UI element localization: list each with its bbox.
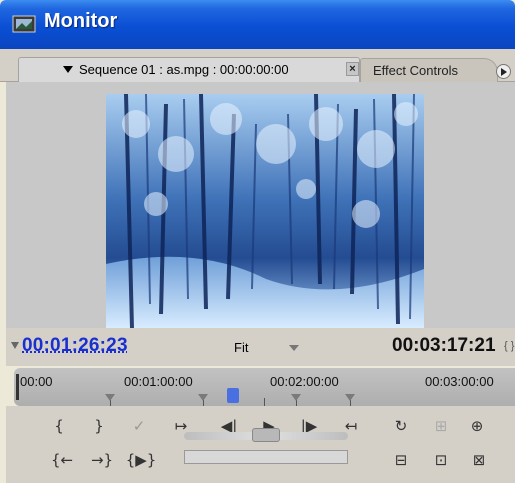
zoom-select[interactable]: Fit [234,340,248,355]
ruler-label: 00:01:00:00 [124,374,193,389]
tab-effect-controls[interactable]: Effect Controls [360,58,498,82]
loop-button[interactable]: ↻ [390,416,412,436]
tab-sequence[interactable]: Sequence 01 : as.mpg : 00:00:00:00 × [18,57,360,82]
tab-dropdown-icon[interactable] [63,66,73,73]
current-timecode[interactable]: 00:01:26:23 [22,335,128,357]
ruler-marker-icon[interactable] [105,394,115,401]
play-in-to-out-button[interactable]: {▶} [124,450,158,470]
safe-margins-button[interactable]: ⊞ [430,416,452,436]
ruler-marker-icon[interactable] [345,394,355,401]
set-in-point-button[interactable]: { [48,416,70,436]
go-to-next-edit-button[interactable]: →} [88,450,116,470]
video-frame [106,94,424,328]
zoom-dropdown-icon[interactable] [289,345,299,351]
lift-button[interactable]: ⊟ [390,450,412,470]
time-ruler[interactable]: 00:00 00:01:00:00 00:02:00:00 00:03:00:0… [14,368,515,406]
ruler-label: 00:00 [20,374,53,389]
go-to-previous-edit-button[interactable]: {← [48,450,76,470]
timecode-bar: 00:01:26:23 Fit 00:03:17:21 { } [6,328,515,366]
ruler-marker-icon[interactable] [291,394,301,401]
tab-close-button[interactable]: × [346,62,359,76]
extract-button[interactable]: ⊡ [430,450,452,470]
set-marker-button[interactable]: ✓ [128,416,150,436]
program-monitor-area [6,82,515,328]
tab-effect-controls-label: Effect Controls [373,63,459,78]
tab-sequence-label: Sequence 01 : as.mpg : 00:00:00:00 [79,62,289,77]
snowy-forest-image [106,94,424,328]
jog-disk[interactable] [184,450,348,464]
monitor-app-icon [12,15,36,33]
output-button[interactable]: ⊕ [466,416,488,436]
duration-timecode: 00:03:17:21 [392,335,496,356]
ruler-label: 00:02:00:00 [270,374,339,389]
panel-menu-icon[interactable] [496,64,511,79]
timecode-marker-icon [11,342,19,349]
export-frame-button[interactable]: ⊠ [468,450,490,470]
set-out-point-button[interactable]: } [88,416,110,436]
window-title: Monitor [44,10,118,32]
shuttle-knob[interactable] [252,428,280,442]
transport-controls: { } ✓ ↦ ◀| ▶ |▶ ↤ ↻ ⊞ ⊕ {← →} {▶} ⊟ ⊡ ⊠ [6,406,515,483]
tab-strip: Sequence 01 : as.mpg : 00:00:00:00 × Eff… [0,49,515,82]
in-out-icon: { } [504,340,515,352]
ruler-marker-icon[interactable] [198,394,208,401]
ruler-tick [264,398,265,406]
title-bar[interactable]: Monitor [0,0,515,49]
playhead[interactable] [227,388,239,403]
ruler-start-bar [16,374,19,400]
ruler-label: 00:03:00:00 [425,374,494,389]
